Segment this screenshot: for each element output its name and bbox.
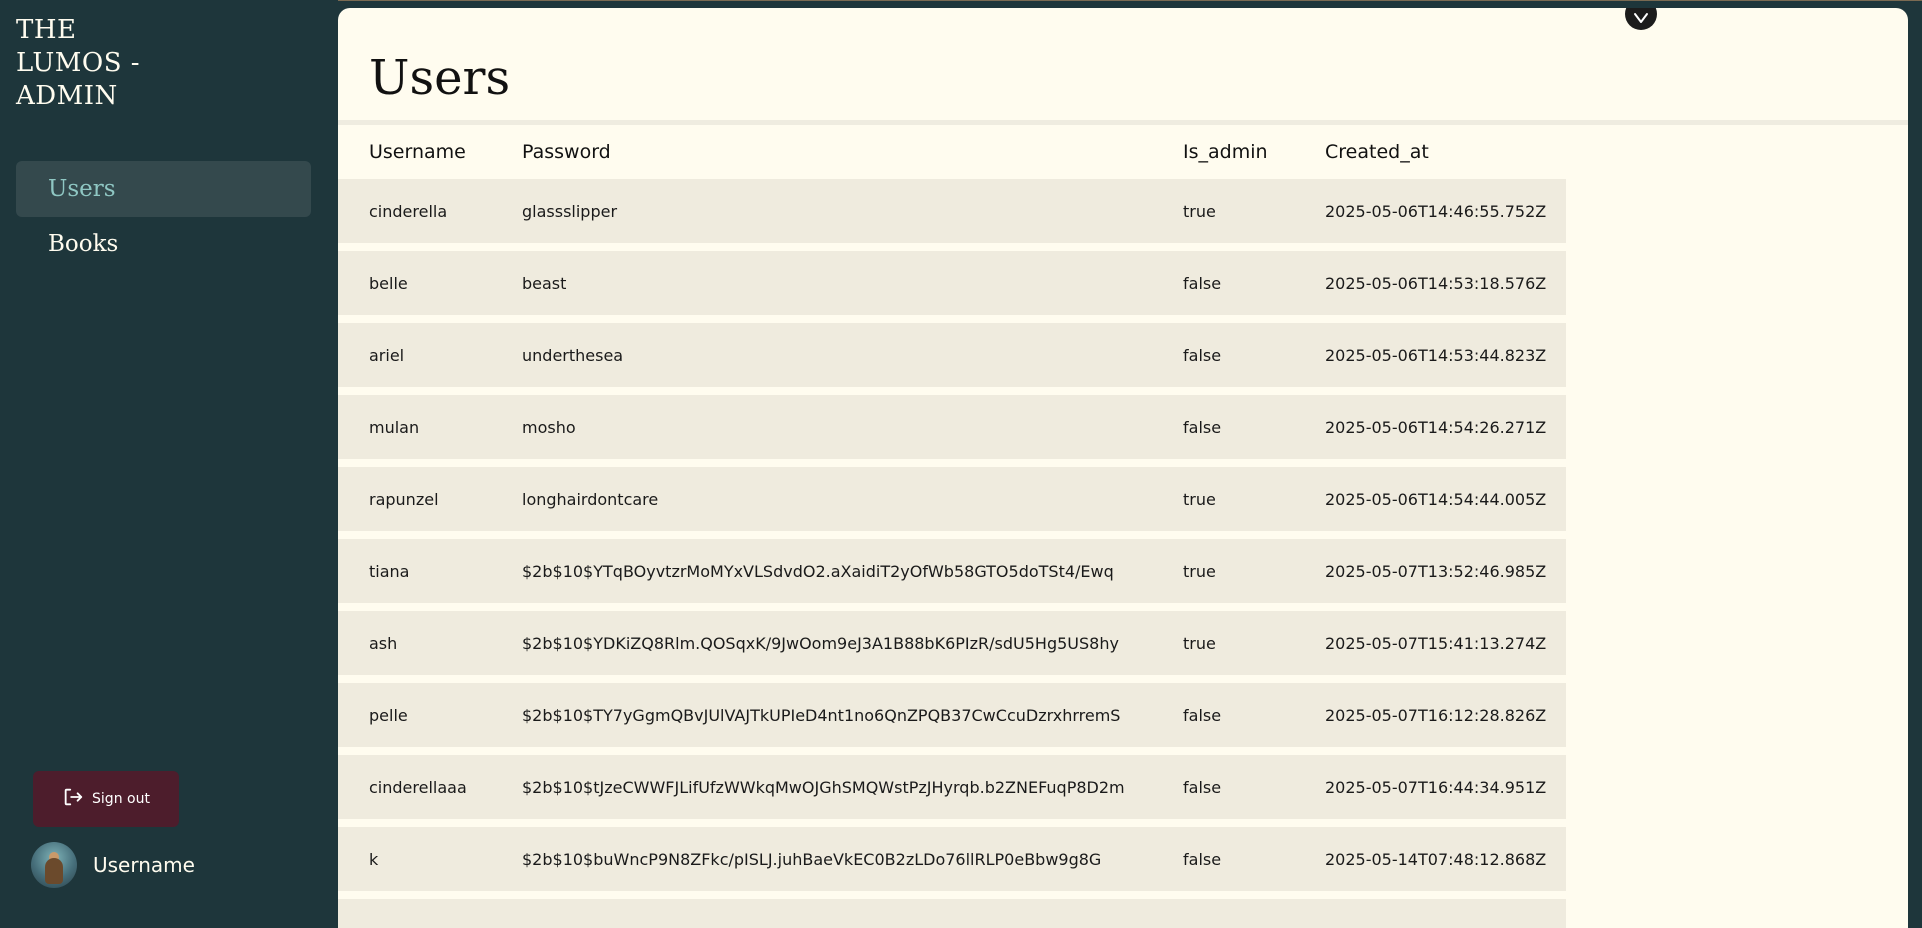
cell-password: underthesea: [522, 345, 624, 365]
table-row[interactable]: [338, 899, 1566, 928]
avatar[interactable]: [31, 842, 77, 888]
sign-out-label: Sign out: [92, 791, 150, 807]
sidebar-item-books[interactable]: Books: [16, 216, 311, 272]
cell-username: rapunzel: [369, 489, 439, 509]
table-row[interactable]: cinderellaaa $2b$10$tJzeCWWFJLifUfzWWkqM…: [338, 755, 1566, 819]
brand-line: THE: [16, 15, 77, 45]
cell-username: tiana: [369, 561, 410, 581]
cell-password: $2b$10$TY7yGgmQBvJUlVAJTkUPIeD4nt1no6QnZ…: [522, 705, 1121, 725]
sign-out-button[interactable]: Sign out: [33, 771, 179, 827]
avatar-figure-shape: [45, 858, 63, 884]
cell-is-admin: false: [1183, 273, 1222, 293]
column-header-is-admin[interactable]: Is_admin: [1183, 141, 1325, 163]
cell-is-admin: true: [1183, 489, 1216, 509]
cell-username: belle: [369, 273, 408, 293]
cell-password: mosho: [522, 417, 576, 437]
table-row[interactable]: pelle $2b$10$TY7yGgmQBvJUlVAJTkUPIeD4nt1…: [338, 683, 1566, 747]
cell-created-at: 2025-05-06T14:54:26.271Z: [1325, 417, 1547, 437]
cell-is-admin: true: [1183, 633, 1216, 653]
cell-password: $2b$10$tJzeCWWFJLifUfzWWkqMwOJGhSMQWstPz…: [522, 777, 1125, 797]
brand-line: ADMIN: [16, 81, 118, 111]
cell-username: cinderella: [369, 201, 448, 221]
cell-created-at: 2025-05-07T15:41:13.274Z: [1325, 633, 1547, 653]
cell-username: cinderellaaa: [369, 777, 467, 797]
cell-created-at: 2025-05-07T13:52:46.985Z: [1325, 561, 1547, 581]
table-row[interactable]: cinderella glassslipper true 2025-05-06T…: [338, 179, 1566, 243]
cell-password: beast: [522, 273, 567, 293]
profile-username: Username: [93, 853, 195, 877]
table-row[interactable]: ash $2b$10$YDKiZQ8Rlm.QOSqxK/9JwOom9eJ3A…: [338, 611, 1566, 675]
table-row[interactable]: mulan mosho false 2025-05-06T14:54:26.27…: [338, 395, 1566, 459]
cell-created-at: 2025-05-06T14:54:44.005Z: [1325, 489, 1547, 509]
cell-username: mulan: [369, 417, 420, 437]
cell-username: ash: [369, 633, 398, 653]
cell-username: pelle: [369, 705, 408, 725]
cell-is-admin: true: [1183, 201, 1216, 221]
column-header-username[interactable]: Username: [338, 141, 522, 163]
sidebar-item-label: Users: [48, 176, 116, 202]
cell-username: ariel: [369, 345, 405, 365]
page-title: Users: [369, 50, 511, 106]
cell-is-admin: false: [1183, 417, 1222, 437]
sidebar-item-label: Books: [48, 231, 119, 257]
column-header-created-at[interactable]: Created_at: [1325, 141, 1566, 163]
cell-password: $2b$10$buWncP9N8ZFkc/pISLJ.juhBaeVkEC0B2…: [522, 849, 1102, 869]
cell-created-at: 2025-05-07T16:12:28.826Z: [1325, 705, 1547, 725]
user-profile[interactable]: Username: [31, 842, 195, 888]
cell-is-admin: false: [1183, 849, 1222, 869]
cell-is-admin: true: [1183, 561, 1216, 581]
collapse-button[interactable]: [1625, 8, 1657, 30]
cell-is-admin: false: [1183, 705, 1222, 725]
cell-created-at: 2025-05-06T14:53:18.576Z: [1325, 273, 1547, 293]
cell-created-at: 2025-05-06T14:53:44.823Z: [1325, 345, 1547, 365]
cell-created-at: 2025-05-06T14:46:55.752Z: [1325, 201, 1547, 221]
main-panel: Users Username Password Is_admin Created…: [338, 8, 1908, 928]
cell-created-at: 2025-05-14T07:48:12.868Z: [1325, 849, 1547, 869]
logout-icon: [62, 786, 84, 812]
sidebar-item-users[interactable]: Users: [16, 161, 311, 217]
chevron-down-icon: [1633, 9, 1649, 28]
sidebar: THE LUMOS - ADMIN Users Books Sign out U…: [0, 0, 338, 918]
cell-password: glassslipper: [522, 201, 618, 221]
cell-is-admin: false: [1183, 345, 1222, 365]
table-row[interactable]: tiana $2b$10$YTqBOyvtzrMoMYxVLSdvdO2.aXa…: [338, 539, 1566, 603]
brand-logo: THE LUMOS - ADMIN: [16, 14, 140, 113]
table-row[interactable]: belle beast false 2025-05-06T14:53:18.57…: [338, 251, 1566, 315]
cell-password: longhairdontcare: [522, 489, 659, 509]
users-table: Username Password Is_admin Created_at ci…: [338, 125, 1566, 928]
cell-is-admin: false: [1183, 777, 1222, 797]
table-row[interactable]: ariel underthesea false 2025-05-06T14:53…: [338, 323, 1566, 387]
cell-username: k: [369, 849, 379, 869]
column-header-password[interactable]: Password: [522, 141, 1183, 163]
cell-password: $2b$10$YTqBOyvtzrMoMYxVLSdvdO2.aXaidiT2y…: [522, 561, 1114, 581]
cell-password: $2b$10$YDKiZQ8Rlm.QOSqxK/9JwOom9eJ3A1B88…: [522, 633, 1119, 653]
table-header-row: Username Password Is_admin Created_at: [338, 125, 1566, 179]
brand-line: LUMOS -: [16, 48, 141, 78]
cell-created-at: 2025-05-07T16:44:34.951Z: [1325, 777, 1547, 797]
table-row[interactable]: rapunzel longhairdontcare true 2025-05-0…: [338, 467, 1566, 531]
table-row[interactable]: k $2b$10$buWncP9N8ZFkc/pISLJ.juhBaeVkEC0…: [338, 827, 1566, 891]
